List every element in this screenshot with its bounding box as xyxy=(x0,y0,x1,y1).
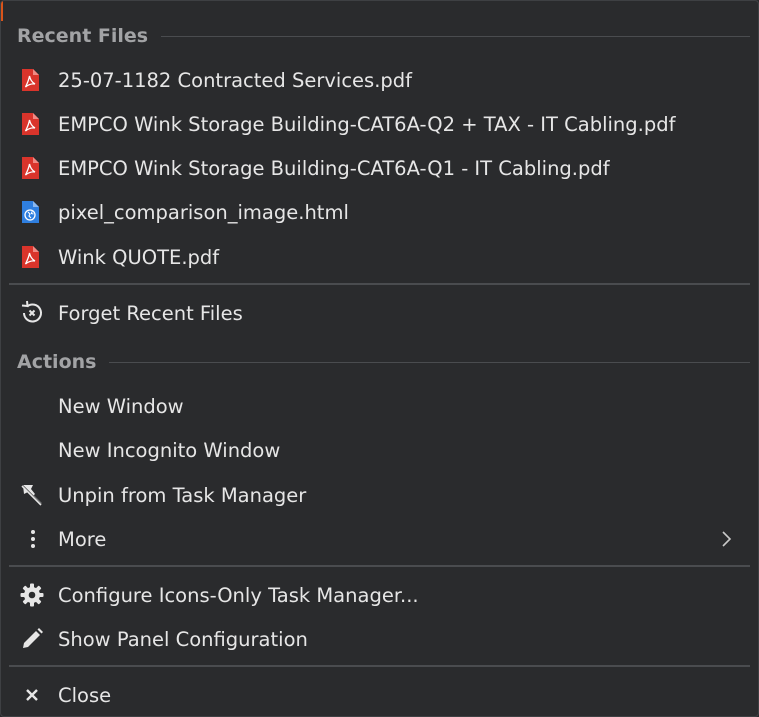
pdf-file-icon xyxy=(19,112,53,136)
recent-files-header-label: Recent Files xyxy=(17,25,149,47)
accent-bar xyxy=(1,1,3,21)
chevron-right-icon xyxy=(716,529,736,549)
new-window-button[interactable]: New Window xyxy=(9,386,750,426)
pdf-file-icon xyxy=(19,156,53,180)
configure-task-manager-label: Configure Icons-Only Task Manager... xyxy=(58,583,419,607)
unpin-label: Unpin from Task Manager xyxy=(58,483,307,507)
recent-file-label: EMPCO Wink Storage Building-CAT6A-Q1 - I… xyxy=(58,156,610,180)
recent-files-header: Recent Files xyxy=(17,24,750,48)
close-label: Close xyxy=(58,683,112,707)
blank-icon xyxy=(19,394,53,418)
clear-history-icon xyxy=(19,300,53,325)
recent-file-item[interactable]: Wink QUOTE.pdf xyxy=(9,237,750,277)
pdf-file-icon xyxy=(19,245,53,269)
recent-file-label: 25-07-1182 Contracted Services.pdf xyxy=(58,68,413,92)
actions-header-label: Actions xyxy=(17,351,97,373)
overflow-menu-icon xyxy=(19,527,53,551)
forget-recent-files-label: Forget Recent Files xyxy=(58,301,243,325)
menu-separator xyxy=(9,665,750,667)
header-divider xyxy=(161,35,750,37)
context-menu: Recent Files 25-07-1182 Contracted Servi… xyxy=(0,0,759,717)
forget-recent-files-button[interactable]: Forget Recent Files xyxy=(9,293,750,333)
more-label: More xyxy=(58,527,107,551)
gear-icon xyxy=(19,583,53,607)
actions-header: Actions xyxy=(17,350,750,374)
header-divider xyxy=(109,361,750,363)
pencil-icon xyxy=(19,627,53,651)
new-window-label: New Window xyxy=(58,394,184,418)
show-panel-configuration-button[interactable]: Show Panel Configuration xyxy=(9,619,750,659)
new-incognito-window-button[interactable]: New Incognito Window xyxy=(9,430,750,470)
html-file-icon xyxy=(19,200,53,224)
recent-file-item[interactable]: pixel_comparison_image.html xyxy=(9,192,750,232)
unpin-icon xyxy=(19,483,53,507)
recent-file-label: pixel_comparison_image.html xyxy=(58,200,349,224)
configure-task-manager-button[interactable]: Configure Icons-Only Task Manager... xyxy=(9,575,750,615)
close-button[interactable]: Close xyxy=(9,675,750,715)
recent-file-label: EMPCO Wink Storage Building-CAT6A-Q2 + T… xyxy=(58,112,676,136)
recent-file-item[interactable]: 25-07-1182 Contracted Services.pdf xyxy=(9,60,750,100)
recent-file-label: Wink QUOTE.pdf xyxy=(58,245,220,269)
recent-file-item[interactable]: EMPCO Wink Storage Building-CAT6A-Q2 + T… xyxy=(9,104,750,144)
show-panel-configuration-label: Show Panel Configuration xyxy=(58,627,308,651)
pdf-file-icon xyxy=(19,68,53,92)
close-icon xyxy=(19,683,53,707)
blank-icon xyxy=(19,438,53,462)
unpin-button[interactable]: Unpin from Task Manager xyxy=(9,475,750,515)
more-submenu-button[interactable]: More xyxy=(9,519,750,559)
menu-separator xyxy=(9,283,750,285)
recent-file-item[interactable]: EMPCO Wink Storage Building-CAT6A-Q1 - I… xyxy=(9,148,750,188)
menu-separator xyxy=(9,565,750,567)
new-incognito-window-label: New Incognito Window xyxy=(58,438,281,462)
